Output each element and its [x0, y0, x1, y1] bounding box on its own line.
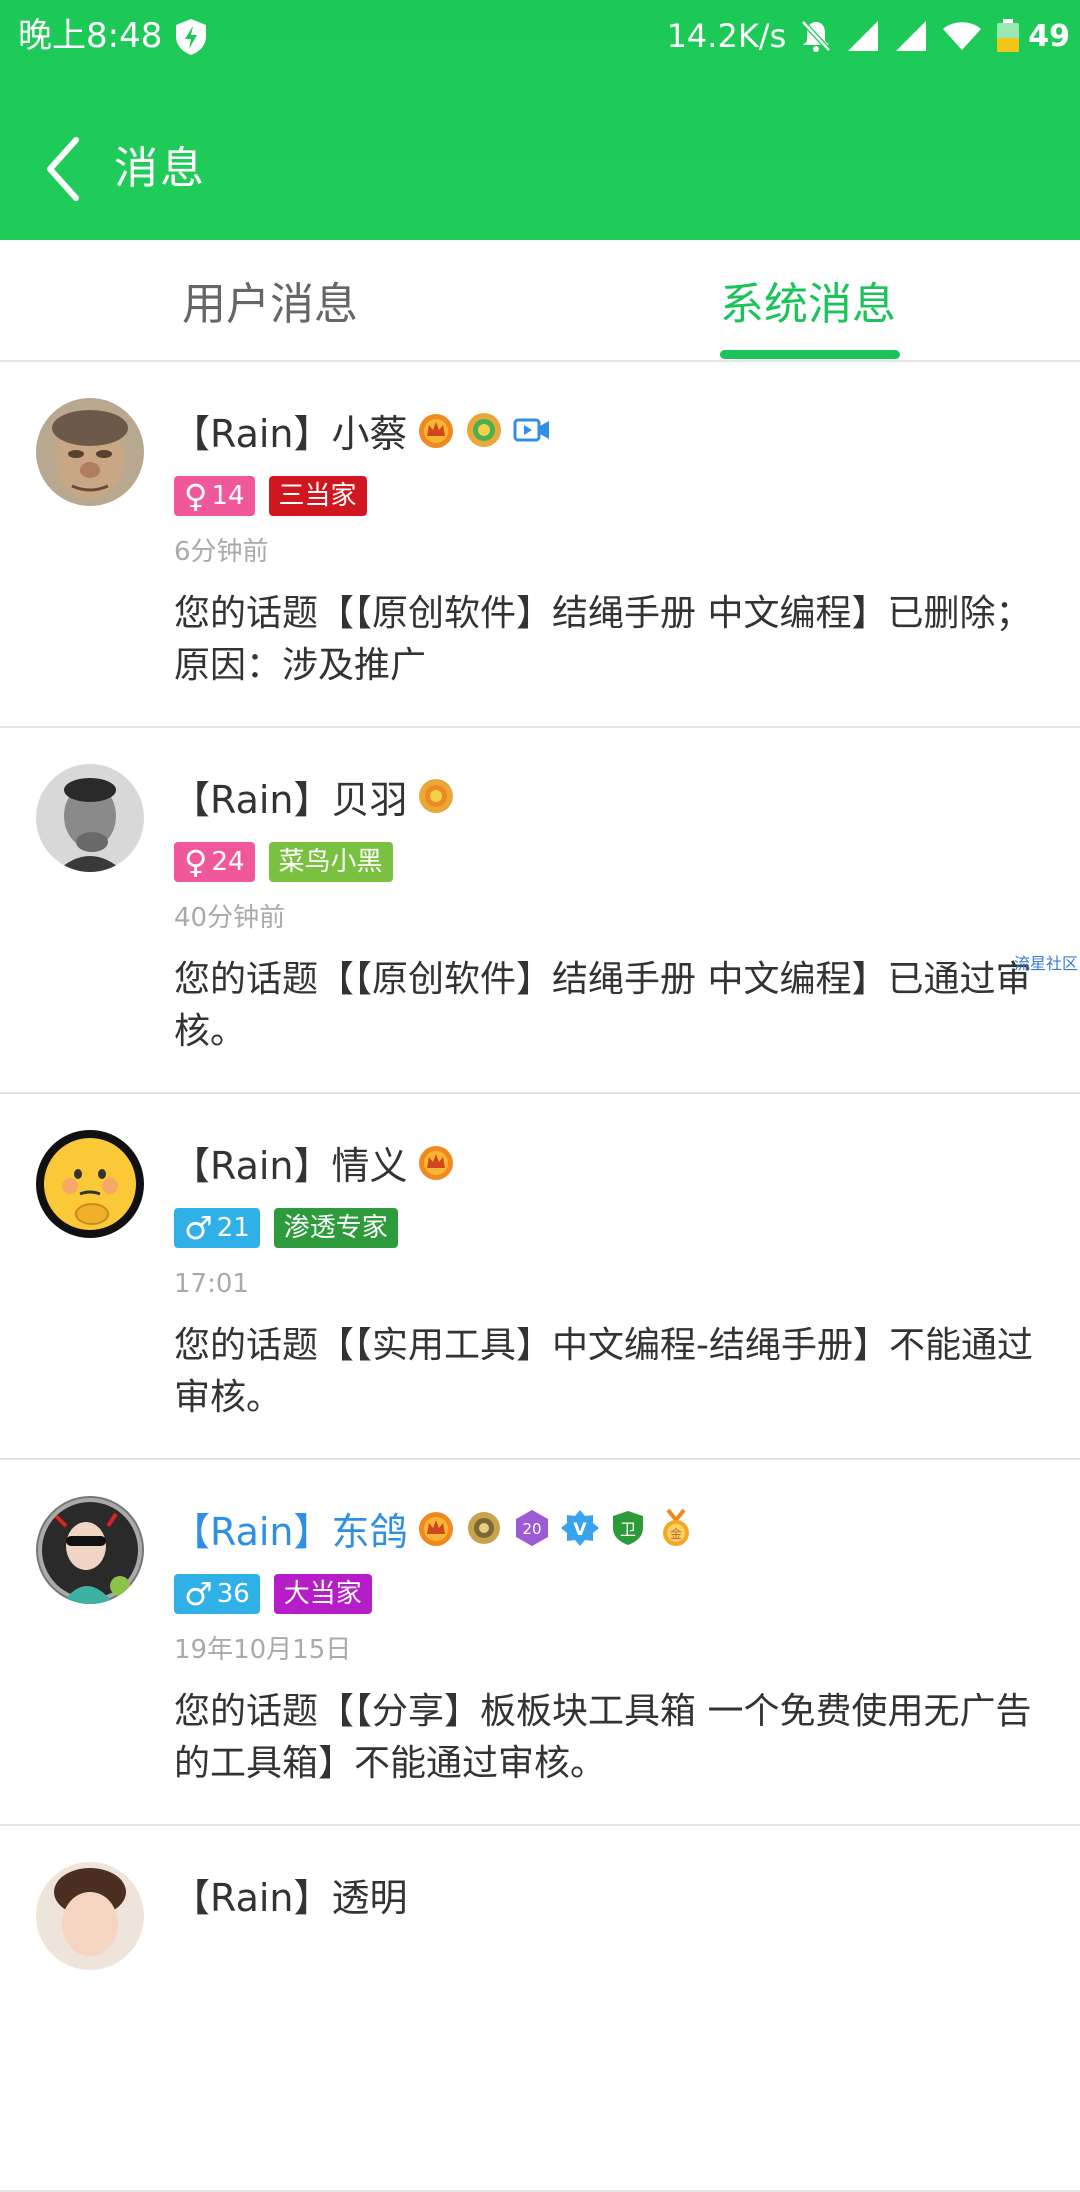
header: 晚上8:48 14.2K/s 49 消息: [0, 0, 1080, 240]
message-time: 6分钟前: [174, 537, 269, 567]
shield-icon: [176, 19, 206, 55]
message-content: 您的话题【【原创软件】结绳手册 中文编程】已通过审核。: [174, 959, 1032, 1052]
round-medal-icon: [464, 1508, 504, 1548]
gender-level-tag: ♂ 36: [174, 1574, 260, 1614]
app-bar: 消息: [0, 124, 1080, 214]
title-tag: 三当家: [268, 476, 367, 516]
gender-level-tag: ♂ 21: [174, 1208, 260, 1248]
gold-medal-icon: 金: [656, 1508, 696, 1548]
status-time: 晚上8:48: [18, 16, 163, 56]
status-bar: 晚上8:48 14.2K/s 49: [0, 0, 1080, 74]
svg-text:20: 20: [522, 1520, 541, 1538]
list-item[interactable]: 【Rain】透明: [0, 1826, 1080, 2192]
tab-system-messages[interactable]: 系统消息: [540, 240, 1080, 360]
twenty-badge-icon: 20: [512, 1508, 552, 1548]
avatar[interactable]: [36, 1862, 144, 1970]
user-name-row: 【Rain】东鸽 20 V 卫 金: [172, 1500, 696, 1556]
female-icon: ♀: [184, 843, 208, 881]
title-tag: 大当家: [273, 1574, 372, 1614]
status-indicators: 14.2K/s 49: [667, 12, 1070, 60]
user-name[interactable]: 【Rain】东鸽: [172, 1501, 408, 1556]
watermark: 流星社区: [1014, 954, 1079, 973]
user-name[interactable]: 【Rain】小蔡: [172, 403, 408, 458]
title-tag: 菜鸟小黑: [268, 842, 393, 882]
user-tags: ♂ 36 大当家: [174, 1574, 372, 1616]
list-item[interactable]: 【Rain】贝羽 ♀ 24 菜鸟小黑 40分钟前 您的话题【【原创软件】结绳手册…: [0, 728, 1080, 1094]
avatar[interactable]: [36, 1496, 144, 1604]
crown-medal-icon: [416, 410, 456, 450]
message-content: 您的话题【【原创软件】结绳手册 中文编程】已删除；原因：涉及推广: [174, 593, 1032, 686]
svg-text:V: V: [573, 1520, 587, 1540]
page-title: 消息: [114, 143, 206, 194]
svg-text:金: 金: [669, 1526, 681, 1541]
crown-medal-icon: [416, 1142, 456, 1182]
tab-user-messages[interactable]: 用户消息: [0, 240, 540, 360]
signal-icon: [848, 21, 879, 51]
message-time: 40分钟前: [174, 903, 286, 933]
user-tags: ♂ 21 渗透专家: [174, 1208, 398, 1250]
user-level: 24: [211, 847, 245, 877]
user-level: 21: [216, 1213, 250, 1243]
tab-bar: 用户消息 系统消息: [0, 240, 1080, 362]
user-level: 14: [211, 481, 245, 511]
male-icon: ♂: [184, 1575, 213, 1613]
user-name[interactable]: 【Rain】贝羽: [172, 769, 408, 824]
user-name-row: 【Rain】情义: [172, 1134, 456, 1190]
list-item[interactable]: 【Rain】东鸽 20 V 卫 金 ♂ 36 大当家 19年10月15日 您的话…: [0, 1460, 1080, 1826]
gender-level-tag: ♀ 24: [174, 842, 255, 882]
user-tags: ♀ 14 三当家: [174, 476, 367, 518]
wifi-icon: [943, 22, 982, 50]
list-item[interactable]: 【Rain】小蔡 ♀ 14 三当家 6分钟前 您的话题【【原创软件】结绳手册 中…: [0, 362, 1080, 728]
verified-v-icon: V: [560, 1508, 600, 1548]
message-time: 19年10月15日: [174, 1635, 352, 1665]
message-content: 您的话题【【分享】板板块工具箱 一个免费使用无广告的工具箱】不能通过审核。: [174, 1691, 1032, 1784]
list-item[interactable]: 【Rain】情义 ♂ 21 渗透专家 17:01 您的话题【【实用工具】中文编程…: [0, 1094, 1080, 1460]
user-name-row: 【Rain】透明: [172, 1866, 408, 1922]
battery-icon: [997, 19, 1020, 52]
crown-medal-icon: [416, 1508, 456, 1548]
laurel-medal-icon: [416, 776, 456, 816]
user-name[interactable]: 【Rain】透明: [172, 1867, 408, 1922]
user-level: 36: [216, 1579, 250, 1609]
back-arrow-icon[interactable]: [38, 132, 98, 206]
user-name-row: 【Rain】贝羽: [172, 768, 456, 824]
female-icon: ♀: [184, 477, 208, 515]
battery-level: 49: [1028, 18, 1070, 54]
active-tab-indicator: [720, 350, 900, 359]
video-icon: [512, 410, 552, 450]
avatar[interactable]: [36, 764, 144, 872]
title-tag: 渗透专家: [273, 1208, 398, 1248]
gender-level-tag: ♀ 14: [174, 476, 255, 516]
network-speed: 14.2K/s: [666, 17, 787, 55]
avatar[interactable]: [36, 1130, 144, 1238]
male-icon: ♂: [184, 1209, 213, 1247]
laurel-medal-icon: [464, 410, 504, 450]
avatar[interactable]: [36, 398, 144, 506]
signal-icon: [896, 21, 927, 51]
mute-bell-icon: [801, 20, 832, 52]
user-name[interactable]: 【Rain】情义: [172, 1135, 408, 1190]
svg-text:卫: 卫: [619, 1520, 635, 1539]
message-time: 17:01: [174, 1269, 249, 1299]
user-tags: ♀ 24 菜鸟小黑: [174, 842, 393, 884]
message-content: 您的话题【【实用工具】中文编程-结绳手册】不能通过审核。: [174, 1325, 1033, 1418]
message-list: 【Rain】小蔡 ♀ 14 三当家 6分钟前 您的话题【【原创软件】结绳手册 中…: [0, 362, 1080, 2192]
guard-shield-icon: 卫: [608, 1508, 648, 1548]
user-name-row: 【Rain】小蔡: [172, 402, 552, 458]
